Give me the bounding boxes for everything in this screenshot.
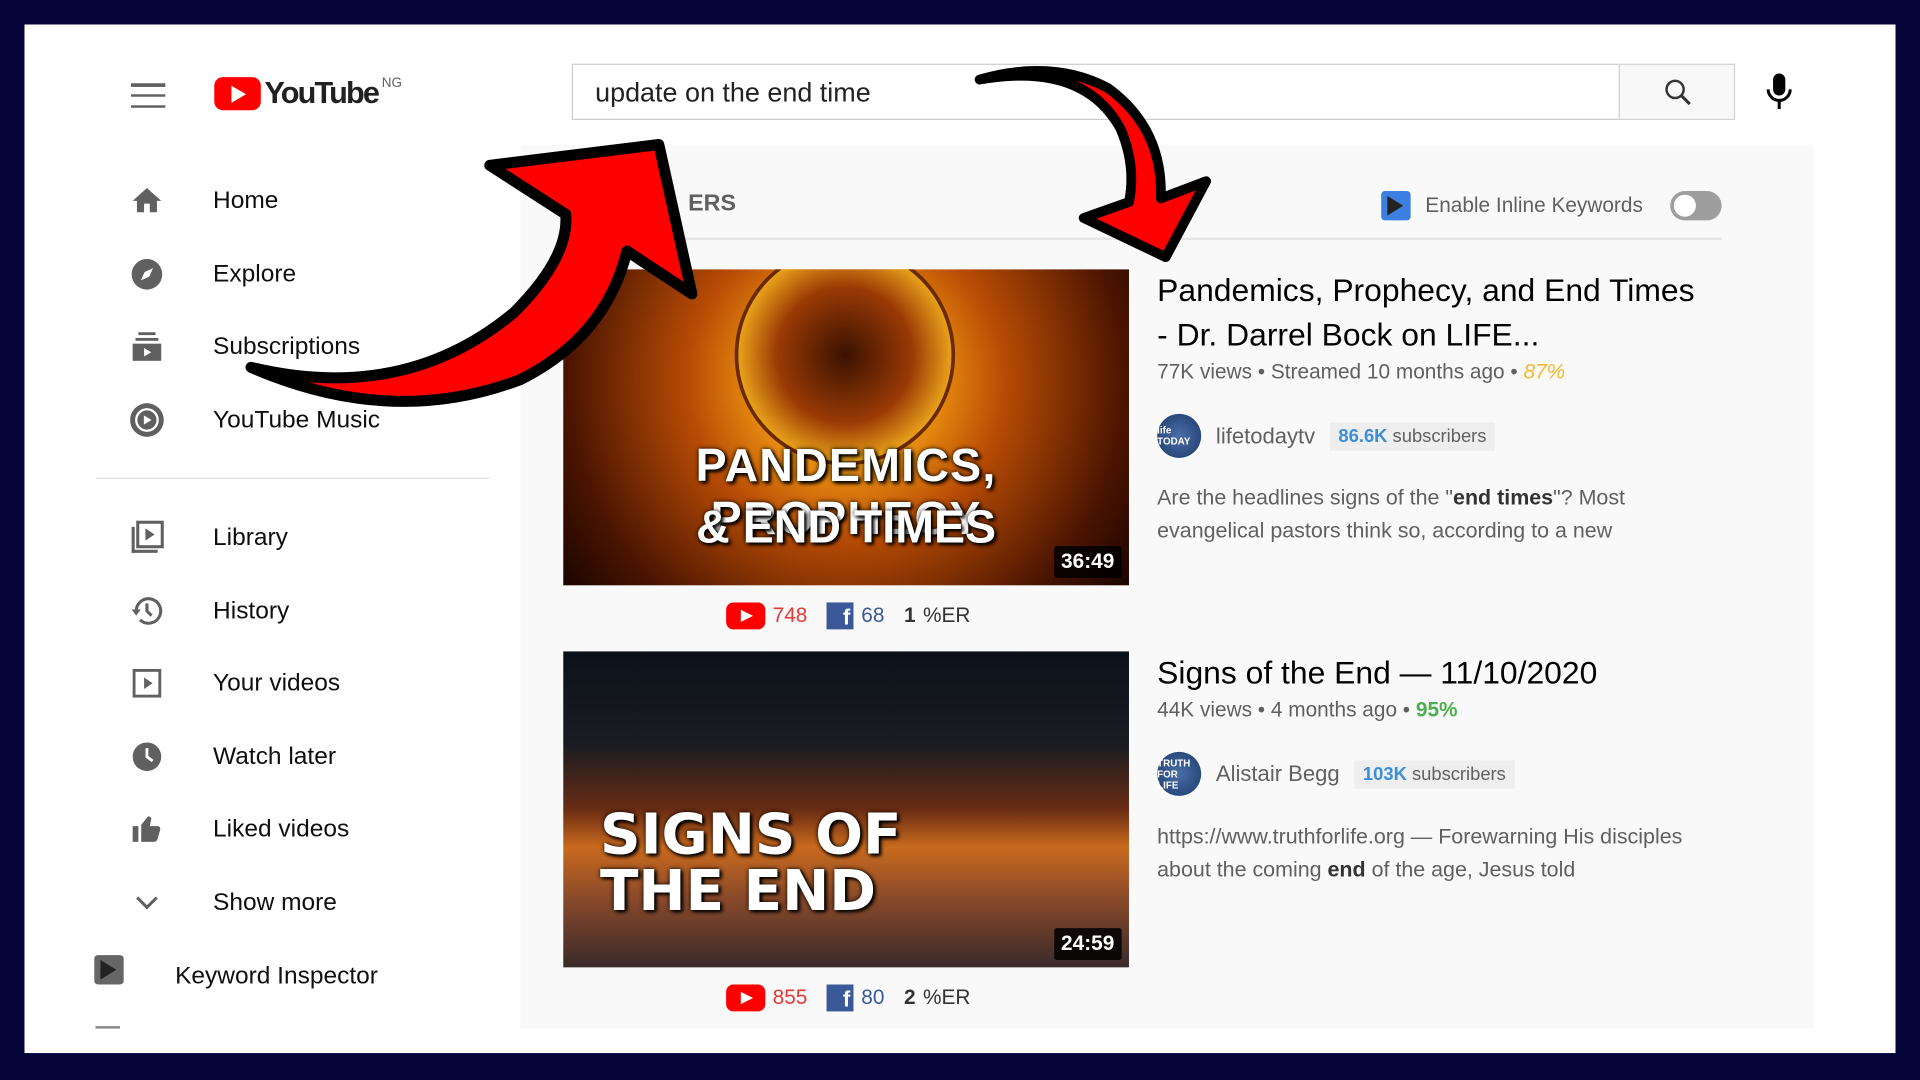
clock-icon bbox=[129, 738, 166, 775]
sidebar-divider bbox=[95, 477, 490, 479]
menu-icon[interactable] bbox=[131, 83, 166, 108]
your-videos-icon bbox=[129, 665, 166, 702]
sidebar-item-library[interactable]: Library bbox=[24, 513, 514, 562]
clock-image bbox=[734, 269, 956, 466]
search-icon bbox=[1664, 79, 1691, 106]
sidebar-item-home[interactable]: Home bbox=[24, 176, 514, 225]
video-meta: 77K views • Streamed 10 months ago • 87% bbox=[1157, 360, 1566, 384]
sidebar-item-explore[interactable]: Explore bbox=[24, 250, 514, 299]
sidebar-show-more[interactable]: Show more bbox=[24, 878, 514, 927]
home-icon bbox=[129, 182, 166, 219]
channel-avatar[interactable]: TRUTH FOR LIFE bbox=[1157, 751, 1202, 796]
search-button[interactable] bbox=[1618, 63, 1736, 121]
facebook-icon: f bbox=[826, 984, 854, 1012]
channel-name[interactable]: lifetodaytv bbox=[1216, 423, 1315, 449]
keyword-inspector-icon bbox=[94, 955, 124, 985]
youtube-icon bbox=[726, 984, 766, 1012]
video-title[interactable]: Signs of the End — 11/10/2020 bbox=[1157, 650, 1696, 694]
video-stats: 855 f 80 2 %ER bbox=[726, 984, 970, 1012]
sidebar-item-subscriptions[interactable]: Subscriptions bbox=[24, 322, 514, 371]
chevron-down-icon bbox=[129, 884, 166, 921]
subscriptions-icon bbox=[129, 328, 166, 365]
video-meta: 44K views • 4 months ago • 95% bbox=[1157, 697, 1458, 722]
compass-icon bbox=[129, 256, 166, 293]
channel-avatar[interactable]: life TODAY bbox=[1157, 413, 1202, 458]
thumbs-up-icon bbox=[129, 811, 166, 848]
sidebar-item-watch-later[interactable]: Watch later bbox=[24, 732, 514, 781]
score: 87% bbox=[1523, 360, 1566, 384]
search-input[interactable]: update on the end time bbox=[571, 63, 1621, 121]
score: 95% bbox=[1415, 697, 1458, 722]
video-title[interactable]: Pandemics, Prophecy, and End Times - Dr.… bbox=[1157, 268, 1696, 356]
sidebar-item-youtube-music[interactable]: YouTube Music bbox=[24, 396, 514, 445]
channel-name[interactable]: Alistair Begg bbox=[1216, 761, 1340, 787]
keyword-inspector-link[interactable]: Keyword Inspector bbox=[175, 962, 378, 990]
subscriber-badge: 103K subscribers bbox=[1354, 759, 1515, 788]
video-description: Are the headlines signs of the "end time… bbox=[1157, 484, 1626, 543]
video-description: https://www.truthforlife.org — Forewarni… bbox=[1157, 824, 1683, 882]
channel-row: life TODAY lifetodaytv 86.6K subscribers bbox=[1157, 413, 1496, 458]
youtube-icon bbox=[726, 602, 766, 630]
library-icon bbox=[129, 519, 166, 556]
history-icon bbox=[129, 593, 166, 630]
youtube-page: YouTube NG update on the end time Home E… bbox=[24, 24, 1896, 1054]
video-stats: 748 f 68 1 %ER bbox=[726, 602, 970, 630]
results-header: ERS bbox=[688, 191, 737, 217]
youtube-logo[interactable]: YouTube NG bbox=[214, 76, 402, 112]
facebook-icon: f bbox=[826, 602, 854, 630]
duration-badge: 24:59 bbox=[1053, 928, 1122, 961]
inline-keywords-toggle[interactable] bbox=[1669, 191, 1722, 221]
video-thumbnail[interactable]: PANDEMICS, PROPHECY & END TIMES 36:49 bbox=[563, 269, 1129, 586]
sidebar-divider bbox=[95, 1026, 121, 1029]
youtube-play-icon bbox=[214, 77, 261, 111]
sidebar-item-liked-videos[interactable]: Liked videos bbox=[24, 804, 514, 853]
sidebar-item-your-videos[interactable]: Your videos bbox=[24, 659, 514, 708]
music-icon bbox=[129, 402, 166, 439]
region-label: NG bbox=[381, 75, 402, 91]
video-thumbnail[interactable]: SIGNS OF THE END 24:59 bbox=[563, 651, 1129, 968]
mic-button[interactable] bbox=[1763, 71, 1795, 119]
header-divider bbox=[563, 237, 1722, 241]
inline-keywords-control: Enable Inline Keywords bbox=[1381, 191, 1722, 221]
subscriber-badge: 86.6K subscribers bbox=[1329, 421, 1496, 451]
sidebar-item-history[interactable]: History bbox=[24, 587, 514, 636]
channel-row: TRUTH FOR LIFE Alistair Begg 103K subscr… bbox=[1157, 751, 1515, 796]
duration-badge: 36:49 bbox=[1053, 546, 1122, 578]
mic-icon bbox=[1766, 73, 1792, 109]
keyword-inspector-icon bbox=[1381, 191, 1411, 221]
